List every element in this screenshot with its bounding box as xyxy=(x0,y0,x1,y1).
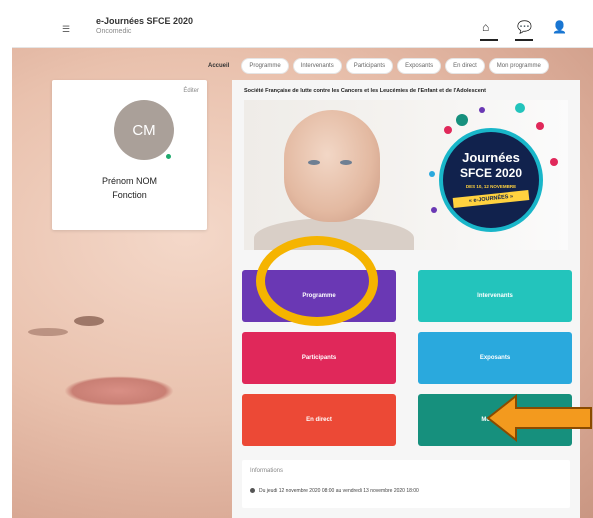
information-panel: Informations Du jeudi 12 novembre 2020 0… xyxy=(242,460,570,508)
tab-participants[interactable]: Participants xyxy=(345,58,394,74)
information-dates-text: Du jeudi 12 novembre 2020 08:00 au vendr… xyxy=(259,488,419,494)
tab-mon-programme[interactable]: Mon programme xyxy=(488,58,549,74)
chat-icon[interactable]: 💬 xyxy=(517,20,532,34)
event-logo: Journées SFCE 2020 DES 10, 12 NOVEMBRE «… xyxy=(439,128,543,232)
active-tab-indicator xyxy=(515,39,533,41)
app-subtitle: Oncomedic xyxy=(96,28,132,35)
avatar-initials: CM xyxy=(132,121,156,139)
profile-name: Prénom NOM xyxy=(101,176,157,186)
home-icon[interactable]: ⌂ xyxy=(482,20,489,34)
tile-label: Exposants xyxy=(479,355,511,361)
event-badge: « e-JOURNÉES » xyxy=(452,190,530,208)
event-title-line1: Journées xyxy=(462,150,520,165)
information-dates: Du jeudi 12 novembre 2020 08:00 au vendr… xyxy=(250,488,419,494)
tab-en-direct[interactable]: En direct xyxy=(445,58,485,74)
background-photo-detail xyxy=(28,328,68,336)
tile-label: Intervenants xyxy=(477,293,513,299)
intervenants-tile[interactable]: Intervenants xyxy=(418,270,572,322)
tab-exposants[interactable]: Exposants xyxy=(397,58,442,74)
exposants-tile[interactable]: Exposants xyxy=(418,332,572,384)
app-title: e-Journées SFCE 2020 xyxy=(96,16,194,26)
tile-label: En direct xyxy=(306,417,332,423)
participants-tile[interactable]: Participants xyxy=(242,332,396,384)
background-photo-detail xyxy=(64,376,174,406)
organization-title: Société Française de lutte contre les Ca… xyxy=(244,88,486,94)
tab-programme[interactable]: Programme xyxy=(241,58,289,74)
highlight-circle-annotation xyxy=(256,236,378,326)
profile-card: Éditer CM Prénom NOM Fonction xyxy=(52,80,207,230)
event-title-line2: SFCE 2020 xyxy=(459,166,523,180)
background-photo-detail xyxy=(74,316,104,326)
tab-intervenants[interactable]: Intervenants xyxy=(292,58,342,74)
clock-icon xyxy=(250,488,255,494)
tab-accueil[interactable]: Accueil xyxy=(200,58,237,74)
information-title: Informations xyxy=(250,468,284,474)
active-tab-indicator xyxy=(480,39,498,41)
arrow-annotation xyxy=(486,393,592,443)
profile-role: Fonction xyxy=(112,190,147,200)
event-dates: DES 10, 12 NOVEMBRE xyxy=(465,184,517,189)
menu-icon[interactable]: ☰ xyxy=(62,24,70,35)
avatar[interactable]: CM xyxy=(114,100,174,160)
user-icon[interactable]: 👤 xyxy=(552,20,567,34)
edit-profile-link[interactable]: Éditer xyxy=(183,88,199,94)
en-direct-tile[interactable]: En direct xyxy=(242,394,396,446)
tile-label: Participants xyxy=(301,355,337,361)
top-bar: ☰ e-Journées SFCE 2020 Oncomedic ⌂ 💬 👤 xyxy=(12,10,593,48)
online-status-dot xyxy=(164,152,173,161)
event-banner: Journées SFCE 2020 DES 10, 12 NOVEMBRE «… xyxy=(244,100,568,250)
nav-tabs: Accueil Programme Intervenants Participa… xyxy=(200,58,549,74)
